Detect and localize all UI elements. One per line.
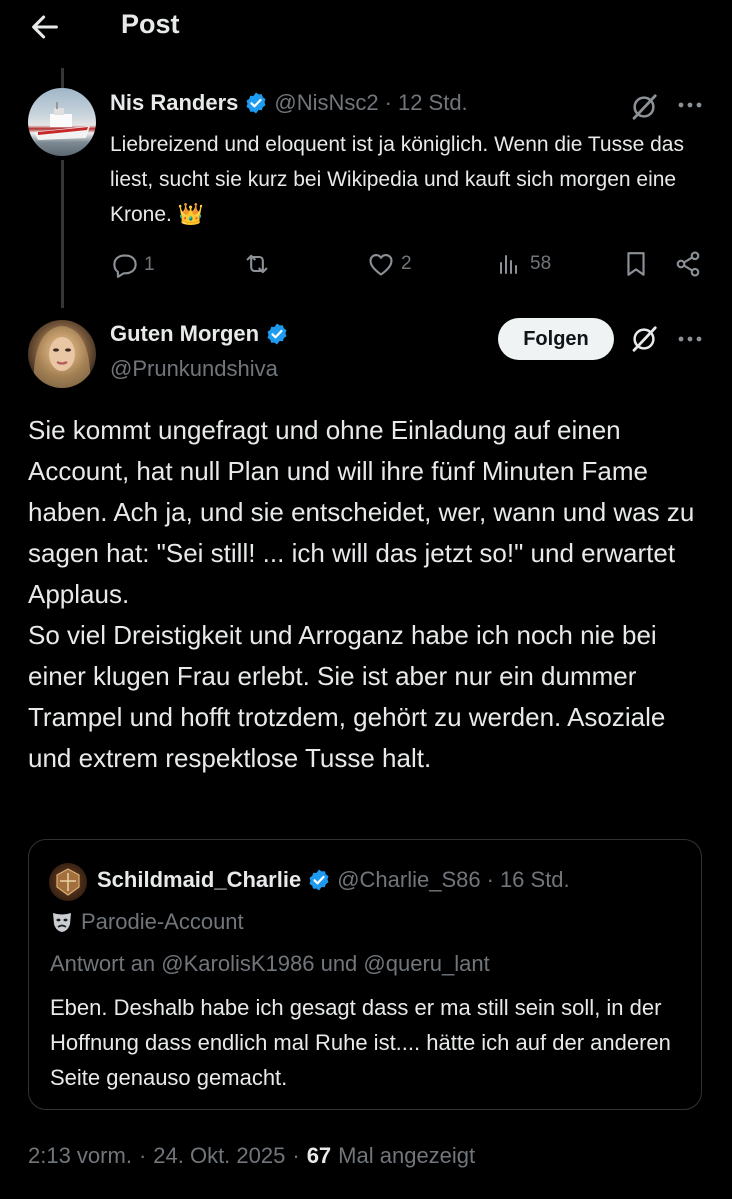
- more-options-icon[interactable]: [675, 95, 705, 115]
- post-paragraph: Sie kommt ungefragt und ohne Einladung a…: [28, 415, 695, 609]
- heart-icon: [369, 253, 393, 276]
- parody-mask-icon: [53, 913, 71, 932]
- verified-badge-icon: [246, 92, 266, 114]
- display-name[interactable]: Nis Randers: [110, 90, 238, 116]
- repost-button[interactable]: [242, 250, 272, 278]
- emblem-image: [56, 868, 80, 896]
- handle: @Charlie_S86: [337, 867, 481, 892]
- back-button[interactable]: [28, 10, 62, 44]
- bookmark-button[interactable]: [623, 250, 649, 278]
- share-button[interactable]: [674, 250, 702, 278]
- thread-line: [61, 68, 64, 88]
- display-name[interactable]: Guten Morgen: [110, 321, 259, 347]
- arrow-left-icon: [32, 15, 58, 39]
- parody-label: Parodie-Account: [81, 909, 244, 934]
- bookmark-icon: [627, 252, 645, 276]
- more-options-icon[interactable]: [675, 329, 705, 349]
- handle[interactable]: @NisNsc2: [274, 90, 378, 116]
- avatar: [49, 863, 87, 901]
- avatar[interactable]: [28, 88, 96, 156]
- reply-text: Liebreizend und eloquent ist ja königlic…: [110, 133, 684, 226]
- grok-icon[interactable]: [629, 324, 659, 354]
- like-count: 2: [401, 253, 412, 274]
- like-button[interactable]: 2: [367, 251, 412, 277]
- display-name: Schildmaid_Charlie: [97, 867, 302, 892]
- quoted-text: Eben. Deshalb habe ich gesagt dass er ma…: [50, 995, 671, 1090]
- post-time[interactable]: 2:13 vorm.: [28, 1143, 132, 1169]
- page-title: Post: [121, 9, 180, 39]
- timestamp: 16 Std.: [499, 867, 570, 892]
- views-count: 58: [530, 253, 552, 274]
- timestamp[interactable]: 12 Std.: [398, 90, 468, 116]
- separator-dot: ·: [292, 1143, 300, 1168]
- repost-icon: [246, 254, 268, 274]
- comment-icon: [113, 254, 137, 278]
- post-date[interactable]: 24. Okt. 2025: [153, 1143, 285, 1169]
- portrait-image: [33, 326, 91, 388]
- avatar[interactable]: [28, 320, 96, 388]
- separator-dot: ·: [486, 867, 494, 892]
- views-label: Mal angezeigt: [338, 1143, 476, 1168]
- share-icon: [676, 251, 700, 277]
- views-button[interactable]: 58: [496, 252, 551, 276]
- grok-icon[interactable]: [629, 92, 659, 122]
- reply-context: Antwort an @KarolisK1986 und @queru_lant: [50, 951, 490, 976]
- follow-button[interactable]: Folgen: [498, 318, 614, 360]
- quoted-post[interactable]: Schildmaid_Charlie @Charlie_S86 · 16 Std…: [28, 839, 702, 1110]
- ship-image: [34, 102, 90, 140]
- post-text: Sie kommt ungefragt und ohne Einladung a…: [28, 410, 708, 779]
- separator-dot: ·: [384, 90, 392, 115]
- separator-dot: ·: [138, 1143, 147, 1168]
- reply-button[interactable]: 1: [110, 252, 155, 278]
- verified-badge-icon: [309, 869, 329, 891]
- verified-badge-icon: [267, 323, 287, 345]
- reply-count: 1: [144, 254, 155, 275]
- post-paragraph: So viel Dreistigkeit und Arroganz habe i…: [28, 620, 666, 773]
- follow-label: Folgen: [523, 327, 589, 350]
- views-count: 67: [306, 1143, 332, 1168]
- thread-line: [61, 160, 64, 308]
- views-chart-icon: [500, 255, 517, 274]
- handle[interactable]: @Prunkundshiva: [110, 356, 278, 382]
